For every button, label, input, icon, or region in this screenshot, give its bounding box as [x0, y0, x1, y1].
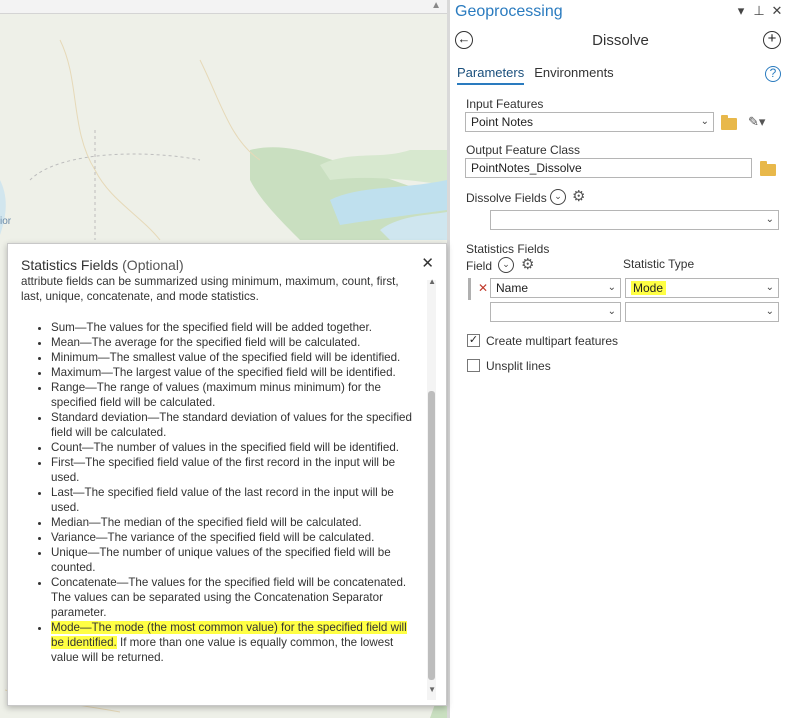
list-item: Median—The median of the specified field… [51, 515, 419, 530]
unsplit-lines-checkbox[interactable] [467, 359, 480, 372]
gear-icon[interactable]: ⚙ [521, 257, 534, 273]
input-features-value: Point Notes [471, 115, 534, 129]
pin-icon[interactable]: ⊥ [753, 3, 765, 19]
list-item: Concatenate—The values for the specified… [51, 575, 419, 620]
options-menu-icon[interactable]: ▾ [735, 3, 747, 19]
popup-intro: attribute fields can be summarized using… [21, 275, 399, 303]
remove-row-icon[interactable]: ✕ [478, 281, 488, 295]
tab-bar: Parameters Environments [457, 65, 614, 85]
help-icon[interactable]: ? [765, 66, 781, 82]
list-item: Last—The specified field value of the la… [51, 485, 419, 515]
tool-name: Dissolve [592, 32, 649, 49]
chevron-down-icon: ⌄ [607, 282, 616, 293]
statistic-type-column-label: Statistic Type [623, 257, 695, 271]
popup-content: attribute fields can be summarized using… [21, 274, 419, 665]
statistic-type-value: Mode [631, 281, 667, 295]
field-column-label: Field [466, 259, 493, 273]
row-selector[interactable] [468, 278, 471, 300]
pencil-icon[interactable]: ✎▾ [748, 114, 765, 130]
scroll-up-icon[interactable]: ▲ [428, 277, 436, 286]
popup-optional-text: (Optional) [122, 257, 184, 273]
create-multipart-label: Create multipart features [486, 334, 619, 348]
input-features-label: Input Features [466, 97, 544, 111]
plus-icon: + [767, 30, 777, 47]
list-item: Standard deviation—The standard deviatio… [51, 410, 419, 440]
close-icon[interactable]: ✕ [771, 3, 783, 19]
stats-field-dropdown[interactable]: Name ⌄ [490, 278, 621, 298]
statistic-type-dropdown-empty[interactable]: ⌄ [625, 302, 779, 322]
scrollbar-thumb[interactable] [428, 391, 435, 680]
chevron-down-icon: ⌄ [607, 306, 616, 317]
map-label: ior [0, 216, 12, 227]
map-toolbar: ▲ [0, 0, 447, 14]
list-item: Variance—The variance of the specified f… [51, 530, 419, 545]
folder-icon[interactable] [721, 115, 737, 130]
scroll-down-icon[interactable]: ▼ [428, 685, 436, 694]
window-buttons: ▾ ⊥ ✕ [735, 3, 783, 19]
parameter-help-popup: Statistics Fields (Optional) ✕ attribute… [7, 243, 447, 706]
add-button[interactable]: + [763, 31, 781, 49]
chevron-down-icon: ⌄ [765, 214, 774, 225]
output-feature-class-label: Output Feature Class [466, 143, 581, 157]
input-features-dropdown[interactable]: Point Notes ⌄ [465, 112, 714, 132]
chevron-down-icon: ⌄ [765, 306, 774, 317]
close-icon[interactable]: ✕ [421, 254, 434, 272]
list-item: Count—The number of values in the specif… [51, 440, 419, 455]
stats-field-value: Name [496, 281, 529, 295]
folder-icon[interactable] [760, 161, 776, 176]
list-item: First—The specified field value of the f… [51, 455, 419, 485]
gear-icon[interactable]: ⚙ [572, 189, 585, 205]
geoprocessing-pane: Geoprocessing ▾ ⊥ ✕ ← Dissolve + Paramet… [450, 0, 791, 718]
chevron-down-icon: ⌄ [700, 116, 709, 127]
popup-title-text: Statistics Fields [21, 257, 119, 273]
list-item: Range—The range of values (maximum minus… [51, 380, 419, 410]
output-feature-class-value: PointNotes_Dissolve [471, 161, 582, 175]
pane-title: Geoprocessing [455, 3, 563, 20]
stats-field-dropdown-empty[interactable]: ⌄ [490, 302, 621, 322]
output-feature-class-input[interactable]: PointNotes_Dissolve [465, 158, 752, 178]
chevron-down-icon[interactable]: ⌄ [550, 189, 566, 205]
dissolve-fields-dropdown[interactable]: ⌄ [490, 210, 779, 230]
tab-parameters[interactable]: Parameters [457, 65, 525, 85]
statistics-list: Sum—The values for the specified field w… [21, 320, 419, 665]
list-item: Sum—The values for the specified field w… [51, 320, 419, 335]
unsplit-lines-label: Unsplit lines [486, 359, 551, 373]
list-item: Minimum—The smallest value of the specif… [51, 350, 419, 365]
chevron-down-icon[interactable]: ⌄ [498, 257, 514, 273]
list-item: Maximum—The largest value of the specifi… [51, 365, 419, 380]
statistics-fields-label: Statistics Fields [466, 242, 550, 256]
list-item-mode: Mode—The mode (the most common value) fo… [51, 620, 419, 665]
list-item: Mean—The average for the specified field… [51, 335, 419, 350]
dissolve-fields-label: Dissolve Fields [466, 191, 547, 205]
list-item: Unique—The number of unique values of th… [51, 545, 419, 575]
chevron-down-icon: ⌄ [765, 282, 774, 293]
scroll-up-icon[interactable]: ▲ [431, 0, 441, 11]
statistic-type-dropdown[interactable]: Mode ⌄ [625, 278, 779, 298]
tab-environments[interactable]: Environments [534, 65, 613, 85]
create-multipart-checkbox[interactable]: ✓ [467, 334, 480, 347]
popup-title: Statistics Fields (Optional) [21, 257, 184, 273]
